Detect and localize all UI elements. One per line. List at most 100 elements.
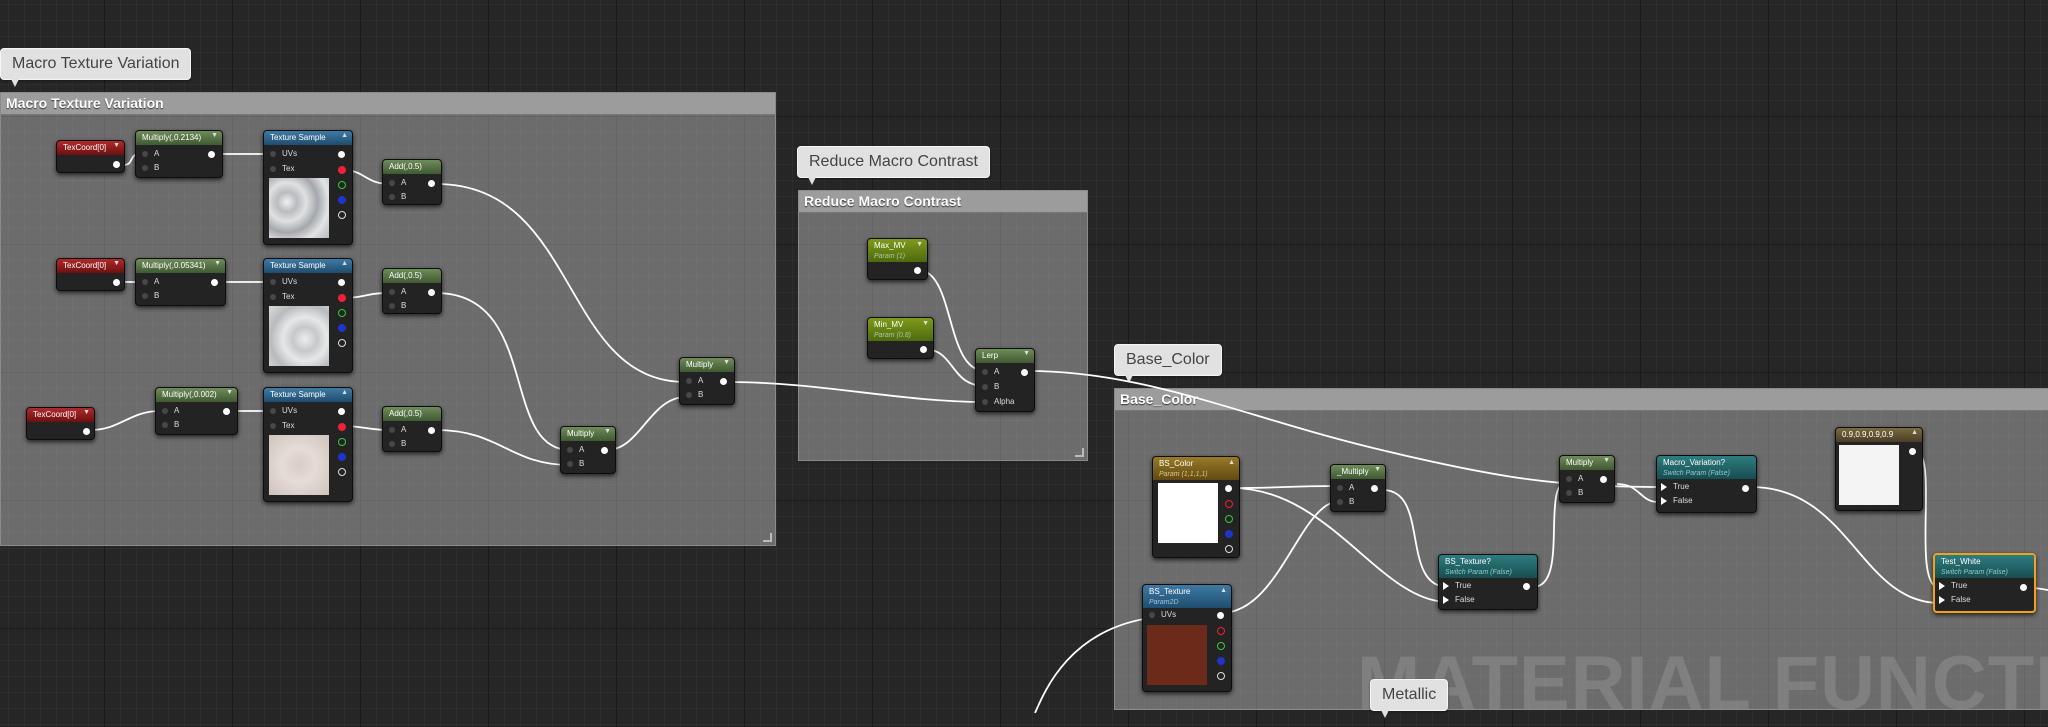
output-pin-g[interactable] [1217,642,1225,650]
output-pin-a[interactable] [338,211,346,219]
bs-color-param-node[interactable]: BS_Color Param (1,1,1,1) ▲ [1152,456,1240,558]
input-pin-tex[interactable]: Tex [270,420,294,432]
multiply-node-6[interactable]: _Multiply ▼ A B [1330,464,1386,512]
dropdown-arrow-icon[interactable]: ▼ [214,260,221,267]
input-pin-a[interactable]: A [1337,482,1354,494]
input-pin-a[interactable]: A [142,276,159,288]
output-pin[interactable] [1600,476,1607,483]
output-pin-rgb[interactable] [338,151,345,158]
collapse-arrow-icon[interactable]: ▲ [1228,459,1235,466]
output-pin-r[interactable] [1225,500,1233,508]
macro-variation-switch-node[interactable]: Macro_Variation? Switch Param (False) Tru… [1656,455,1757,513]
multiply-node-5[interactable]: Multiply ▼ A B [679,357,735,405]
add-node-2[interactable]: Add(,0.5) A B [382,268,442,314]
dropdown-arrow-icon[interactable]: ▼ [916,241,923,248]
input-pin-b[interactable]: B [389,300,406,312]
input-pin-a[interactable]: A [389,286,406,298]
output-pin-b[interactable] [338,196,346,204]
input-pin-a[interactable]: A [162,405,179,417]
input-pin-a[interactable]: A [686,375,703,387]
multiply-node-1[interactable]: Multiply(,0.2134) ▼ A B [135,130,223,178]
add-node-1[interactable]: Add(,0.5) A B [382,159,442,205]
output-pin-rgb[interactable] [1217,612,1224,619]
input-pin-tex[interactable]: Tex [270,291,294,303]
output-pin-r[interactable] [338,294,346,302]
output-pin-a[interactable] [338,468,346,476]
multiply-node-2[interactable]: Multiply(,0.05341) ▼ A B [135,258,226,306]
output-pin-a[interactable] [338,339,346,347]
bs-texture-param-node[interactable]: BS_Texture Param2D ▲ UVs [1142,584,1232,692]
output-pin-rgb[interactable] [338,279,345,286]
resize-handle[interactable] [763,533,772,542]
output-pin[interactable] [428,289,435,296]
add-node-3[interactable]: Add(,0.5) A B [382,406,442,452]
output-pin[interactable] [83,428,90,435]
output-pin-g[interactable] [338,181,346,189]
collapse-arrow-icon[interactable]: ▲ [341,132,348,139]
input-pin-tex[interactable]: Tex [270,163,294,175]
input-pin-a[interactable]: A [389,177,406,189]
input-pin-uvs[interactable]: UVs [270,148,297,160]
input-pin-false[interactable]: False [1443,594,1475,606]
input-pin-b[interactable]: B [389,438,406,450]
output-pin[interactable] [208,151,215,158]
dropdown-arrow-icon[interactable]: ▼ [922,320,929,327]
min-mv-param-node[interactable]: Min_MV Param (0.8) ▼ [867,317,934,359]
input-pin-true[interactable]: True [1661,481,1689,493]
dropdown-arrow-icon[interactable]: ▼ [604,428,611,435]
dropdown-arrow-icon[interactable]: ▼ [226,389,233,396]
output-pin[interactable] [1523,583,1530,590]
output-pin[interactable] [211,279,218,286]
input-pin-b[interactable]: B [982,381,999,393]
input-pin-true[interactable]: True [1443,580,1471,592]
output-pin-b[interactable] [1217,657,1225,665]
texcoord-node-3[interactable]: TexCoord[0] ▼ [26,407,95,440]
collapse-arrow-icon[interactable]: ▲ [1220,587,1227,594]
output-pin-g[interactable] [338,309,346,317]
output-pin-b[interactable] [338,453,346,461]
input-pin-b[interactable]: B [1566,487,1583,499]
constant-white-node[interactable]: 0.9,0.9,0.9,0.9 ▲ [1835,427,1923,511]
output-pin[interactable] [720,378,727,385]
output-pin-rgb[interactable] [338,408,345,415]
output-pin-r[interactable] [1217,627,1225,635]
input-pin-false[interactable]: False [1939,594,1971,606]
collapse-arrow-icon[interactable]: ▲ [341,260,348,267]
input-pin-b[interactable]: B [567,458,584,470]
multiply-node-3[interactable]: Multiply(,0.002) ▼ A B [155,387,238,435]
dropdown-arrow-icon[interactable]: ▼ [211,132,218,139]
input-pin-false[interactable]: False [1661,495,1693,507]
dropdown-arrow-icon[interactable]: ▼ [83,409,90,416]
output-pin-g[interactable] [1225,515,1233,523]
output-pin[interactable] [113,161,120,168]
lerp-node[interactable]: Lerp ▼ A B Alpha [975,348,1035,412]
output-pin-rgb[interactable] [1225,485,1232,492]
output-pin[interactable] [1371,485,1378,492]
output-pin-b[interactable] [1225,530,1233,538]
texture-sample-node-1[interactable]: Texture Sample ▲ UVs Tex [263,130,353,245]
input-pin-b[interactable]: B [162,419,179,431]
texcoord-node-1[interactable]: TexCoord[0] ▼ [56,140,125,173]
output-pin-g[interactable] [338,438,346,446]
output-pin-b[interactable] [338,324,346,332]
output-pin[interactable] [428,180,435,187]
bs-texture-switch-node[interactable]: BS_Texture? Switch Param (False) True Fal… [1438,554,1538,610]
input-pin-a[interactable]: A [389,424,406,436]
output-pin[interactable] [113,279,120,286]
input-pin-b[interactable]: B [389,191,406,203]
input-pin-a[interactable]: A [982,366,999,378]
bubble-base-color[interactable]: Base_Color [1114,344,1222,383]
output-pin[interactable] [1909,448,1916,455]
output-pin[interactable] [1742,485,1749,492]
texcoord-node-2[interactable]: TexCoord[0] ▼ [56,258,125,291]
output-pin-r[interactable] [338,166,346,174]
bubble-metallic[interactable]: Metallic [1370,679,1449,718]
max-mv-param-node[interactable]: Max_MV Param (1) ▼ [867,238,928,280]
collapse-arrow-icon[interactable]: ▲ [1911,429,1918,436]
output-pin[interactable] [1021,369,1028,376]
texture-sample-node-2[interactable]: Texture Sample ▲ UVs Tex [263,258,353,373]
input-pin-b[interactable]: B [142,162,159,174]
input-pin-uvs[interactable]: UVs [270,276,297,288]
input-pin-uvs[interactable]: UVs [270,405,297,417]
dropdown-arrow-icon[interactable]: ▼ [723,359,730,366]
